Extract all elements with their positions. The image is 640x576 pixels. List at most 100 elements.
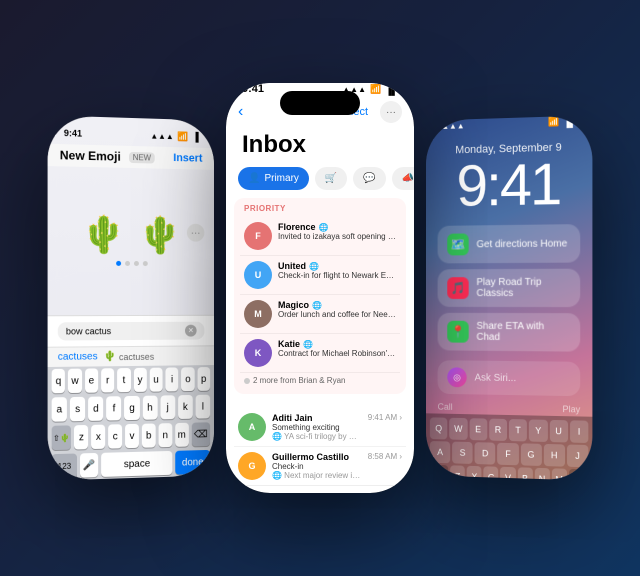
lock-key-row-2: A S D F G H J <box>430 441 588 467</box>
key-y[interactable]: y <box>133 368 146 392</box>
lock-key-shift[interactable]: ⇧ <box>430 465 449 481</box>
email-magico[interactable]: M Magico 🌐 Order lunch and coffee for Ne… <box>240 295 400 334</box>
tab-promo[interactable]: 📣 <box>392 167 414 190</box>
lock-key-V[interactable]: V <box>501 467 516 481</box>
lock-key-F[interactable]: F <box>498 443 519 466</box>
widget-music[interactable]: 🎵 Play Road Trip Classics <box>438 269 581 307</box>
lock-battery: ▐▌ <box>563 116 576 127</box>
music-text: Play Road Trip Classics <box>476 277 570 299</box>
lock-key-D[interactable]: D <box>475 442 496 464</box>
key-v[interactable]: v <box>125 424 139 448</box>
more-from[interactable]: 2 more from Brian & Ryan <box>240 373 400 388</box>
lock-key-I[interactable]: I <box>570 420 589 443</box>
key-q[interactable]: q <box>52 369 66 394</box>
compose-button[interactable]: ✏ <box>378 492 402 493</box>
key-a[interactable]: a <box>52 397 67 422</box>
sender-florence: Florence 🌐 <box>278 222 396 232</box>
lock-key-C[interactable]: C <box>484 466 499 480</box>
eta-text: Share ETA with Chad <box>476 321 570 344</box>
key-mic[interactable]: 🎤 <box>80 453 98 478</box>
email-content-katie: Katie 🌐 Contract for Michael Robinson's … <box>278 339 396 358</box>
lock-key-G[interactable]: G <box>520 443 541 466</box>
lock-key-U[interactable]: U <box>549 420 567 443</box>
key-d[interactable]: d <box>88 396 103 420</box>
lock-key-S[interactable]: S <box>452 442 473 464</box>
lock-key-M[interactable]: M <box>552 468 567 480</box>
tab-chat[interactable]: 💬 <box>353 167 385 190</box>
key-j[interactable]: j <box>160 395 175 419</box>
key-l[interactable]: l <box>196 395 211 419</box>
key-done[interactable]: done <box>175 450 210 475</box>
key-b[interactable]: b <box>142 423 156 447</box>
key-s[interactable]: s <box>70 397 85 422</box>
email-united[interactable]: U United 🌐 Check-in for flight to Newark… <box>240 256 400 295</box>
lock-key-delete[interactable]: ⌫ <box>569 469 588 481</box>
key-n[interactable]: n <box>158 423 172 447</box>
emoji-cactus-1[interactable]: 🌵 <box>81 216 126 253</box>
avatar-aditi: A <box>238 413 266 441</box>
autocomplete-cactus[interactable]: 🌵 cactuses <box>104 350 205 362</box>
autocomplete-word[interactable]: cactuses <box>58 351 98 363</box>
key-i[interactable]: i <box>166 367 179 391</box>
email-content-guillermo: Guillermo Castillo Check-in 🌐 Next major… <box>272 452 362 480</box>
dot-3 <box>134 261 139 266</box>
lock-key-A[interactable]: A <box>430 441 450 463</box>
email-florence[interactable]: F Florence 🌐 Invited to izakaya soft ope… <box>240 217 400 256</box>
email-list: A Aditi Jain Something exciting 🌐 YA sci… <box>226 408 414 485</box>
lock-key-T[interactable]: T <box>509 419 527 441</box>
key-w[interactable]: w <box>68 369 81 393</box>
email-katie[interactable]: K Katie 🌐 Contract for Michael Robinson'… <box>240 334 400 373</box>
lock-key-Z[interactable]: Z <box>450 465 465 480</box>
email-aditi[interactable]: A Aditi Jain Something exciting 🌐 YA sci… <box>234 408 406 447</box>
key-x[interactable]: x <box>91 425 105 449</box>
lock-key-R[interactable]: R <box>489 419 507 441</box>
key-u[interactable]: u <box>150 368 163 392</box>
lock-key-J[interactable]: J <box>567 444 588 467</box>
emoji-cactus-2[interactable]: 🌵 <box>138 217 182 253</box>
widget-eta[interactable]: 📍 Share ETA with Chad <box>438 313 581 352</box>
eta-icon: 📍 <box>447 321 468 343</box>
tab-shopping[interactable]: 🛒 <box>315 167 347 190</box>
key-h[interactable]: h <box>142 396 157 420</box>
lock-key-B[interactable]: B <box>517 467 532 480</box>
tab-primary[interactable]: 👤 Primary <box>238 167 309 190</box>
insert-button[interactable]: Insert <box>173 152 202 165</box>
widget-directions[interactable]: 🗺️ Get directions Home <box>438 224 581 263</box>
emoji-more-button[interactable]: ··· <box>187 224 204 242</box>
lock-key-W[interactable]: W <box>449 418 467 440</box>
lock-key-E[interactable]: E <box>469 418 487 440</box>
gmail-more-button[interactable]: ··· <box>380 101 402 123</box>
lock-wifi: 📶 <box>548 116 559 127</box>
key-g[interactable]: g <box>125 396 140 420</box>
lock-key-Y[interactable]: Y <box>529 419 547 442</box>
clear-search-button[interactable]: ✕ <box>185 325 197 337</box>
key-z[interactable]: z <box>74 425 88 450</box>
lock-key-N[interactable]: N <box>534 468 549 481</box>
lock-key-X[interactable]: X <box>467 466 482 481</box>
email-content-florence: Florence 🌐 Invited to izakaya soft openi… <box>278 222 396 241</box>
emoji-title: New Emoji <box>60 148 121 164</box>
key-k[interactable]: k <box>178 395 193 419</box>
key-m[interactable]: m <box>175 423 189 447</box>
battery-icon: ▐ <box>192 132 198 142</box>
key-c[interactable]: c <box>108 424 122 448</box>
key-shift[interactable]: ⇧🌵 <box>52 425 72 450</box>
key-space[interactable]: space <box>101 451 172 477</box>
key-e[interactable]: e <box>85 368 98 392</box>
key-numbers[interactable]: 123 <box>52 453 78 478</box>
emoji-search-input[interactable]: bow cactus ✕ <box>58 322 205 341</box>
lock-key-Q[interactable]: Q <box>430 417 448 439</box>
key-f[interactable]: f <box>106 396 121 420</box>
email-content-magico: Magico 🌐 Order lunch and coffee for Neet… <box>278 300 396 319</box>
key-p[interactable]: p <box>197 367 210 391</box>
siri-bar[interactable]: ◎ Ask Siri... <box>438 360 581 396</box>
email-guillermo[interactable]: G Guillermo Castillo Check-in 🌐 Next maj… <box>234 447 406 485</box>
key-r[interactable]: r <box>101 368 114 392</box>
lock-key-H[interactable]: H <box>544 444 565 467</box>
key-t[interactable]: t <box>117 368 130 392</box>
subject-aditi: Something exciting <box>272 423 362 432</box>
emoji-grid: ··· 🌵 🌵 <box>48 166 214 315</box>
key-o[interactable]: o <box>181 367 194 391</box>
gmail-back-button[interactable]: ‹ <box>238 103 243 121</box>
key-delete[interactable]: ⌫ <box>191 422 210 446</box>
